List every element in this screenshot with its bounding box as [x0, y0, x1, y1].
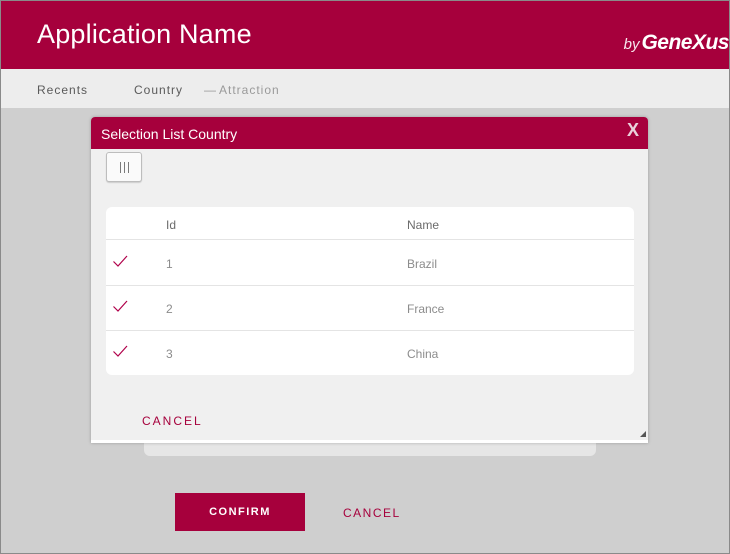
table-row[interactable]: 3 China: [106, 330, 634, 375]
table-row[interactable]: 2 France: [106, 285, 634, 331]
checkmark-icon[interactable]: [112, 344, 128, 358]
brand-prefix: by: [623, 36, 640, 53]
checkmark-icon[interactable]: [112, 299, 128, 313]
breadcrumb-separator: —: [204, 83, 217, 97]
breadcrumb: Recents Country — Attraction: [1, 69, 729, 108]
brand-logo: byGeneXus: [624, 31, 729, 55]
selection-list-modal: Selection List Country X Id Name 1 Brazi…: [91, 117, 648, 443]
app-header: Application Name byGeneXus: [1, 1, 729, 69]
confirm-button[interactable]: CONFIRM: [175, 493, 305, 531]
page-cancel-button[interactable]: CANCEL: [343, 506, 401, 520]
checkmark-icon[interactable]: [112, 254, 128, 268]
modal-footer-edge: [91, 440, 648, 443]
cell-id: 1: [166, 257, 173, 271]
breadcrumb-country[interactable]: Country: [134, 83, 183, 97]
background-form-panel: [144, 441, 596, 456]
app-title: Application Name: [37, 19, 252, 49]
modal-title: Selection List Country: [101, 126, 238, 142]
column-header-name[interactable]: Name: [407, 218, 439, 232]
resize-handle-icon[interactable]: [640, 431, 646, 437]
modal-header: Selection List Country X: [91, 117, 648, 149]
country-grid: Id Name 1 Brazil 2 France 3 China: [106, 207, 634, 375]
grid-header: Id Name: [106, 207, 634, 240]
close-icon[interactable]: X: [627, 120, 639, 141]
cell-name: France: [407, 302, 445, 316]
column-header-id[interactable]: Id: [166, 218, 176, 232]
brand-name: GeneXus: [641, 31, 729, 54]
cell-id: 3: [166, 347, 173, 361]
columns-icon: [120, 162, 129, 173]
cell-name: China: [407, 347, 439, 361]
breadcrumb-attraction: Attraction: [219, 83, 280, 97]
modal-cancel-button[interactable]: CANCEL: [142, 414, 203, 428]
breadcrumb-recents[interactable]: Recents: [37, 83, 88, 97]
cell-id: 2: [166, 302, 173, 316]
app-window: Application Name byGeneXus Recents Count…: [0, 0, 730, 554]
column-selector-button[interactable]: [106, 152, 142, 182]
table-row[interactable]: 1 Brazil: [106, 240, 634, 286]
cell-name: Brazil: [407, 257, 438, 271]
